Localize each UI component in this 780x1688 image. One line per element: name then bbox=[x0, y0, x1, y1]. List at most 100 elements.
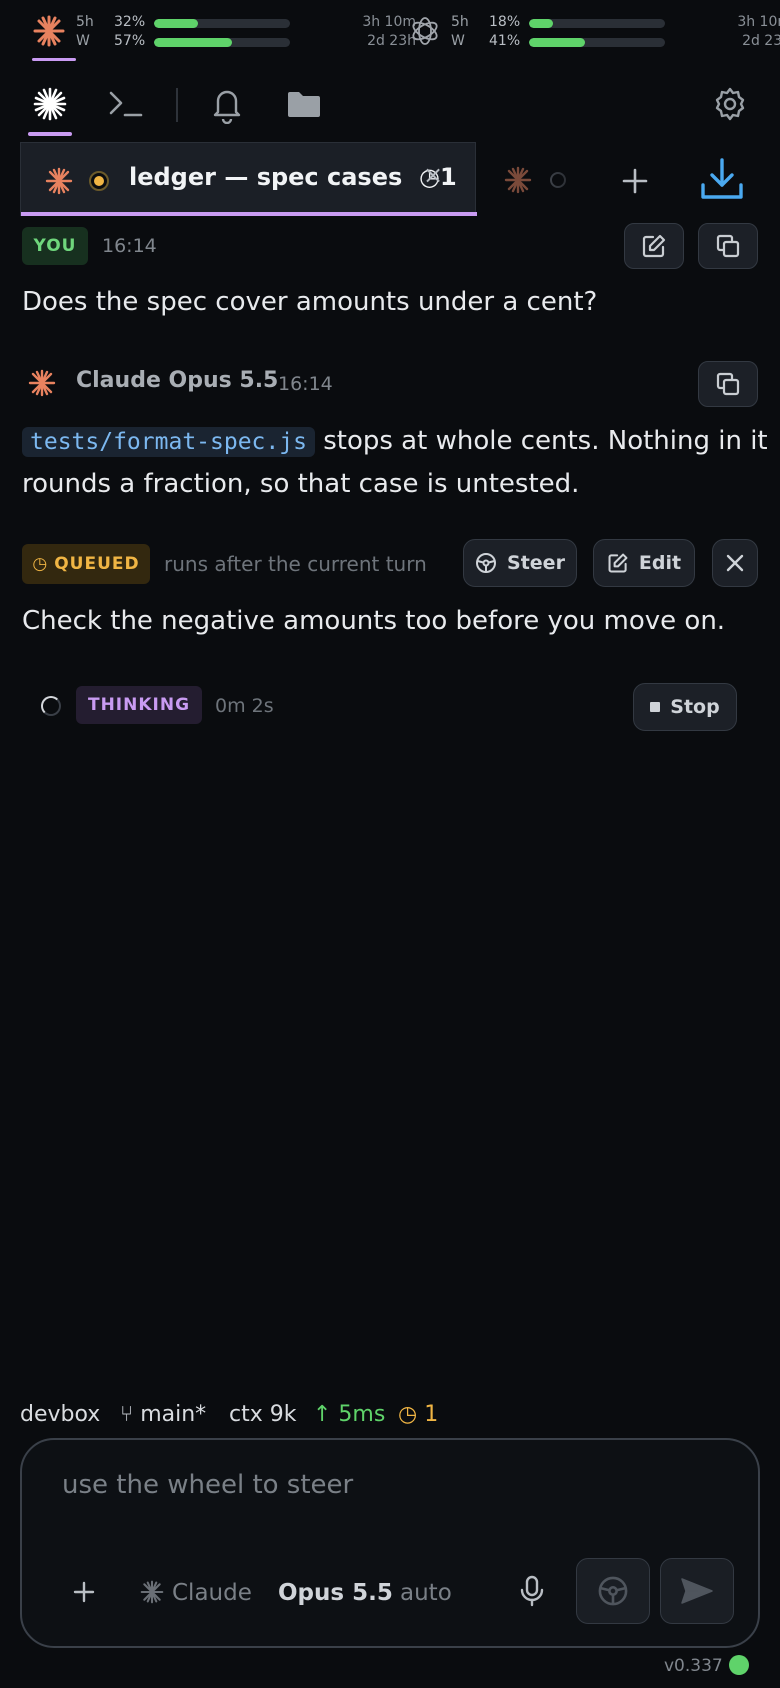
new-tab-button[interactable] bbox=[610, 156, 660, 206]
usage-reset: 3h 10m bbox=[362, 14, 416, 30]
connection-status-dot bbox=[729, 1655, 749, 1675]
queued-note: runs after the current turn bbox=[164, 552, 427, 576]
branch-icon: ⑂ bbox=[120, 1402, 134, 1427]
tab-title: ledger — spec cases ◷1 bbox=[129, 163, 457, 191]
claude-starburst-icon bbox=[140, 1580, 164, 1604]
usage-bar-fill bbox=[154, 38, 232, 47]
steer-mode-button[interactable] bbox=[576, 1558, 650, 1624]
claude-starburst-icon bbox=[45, 167, 73, 195]
usage-claude: 5h 32% 3h 10m W 57% 2d 23h bbox=[33, 12, 416, 52]
mode-selector[interactable]: auto bbox=[400, 1580, 452, 1606]
usage-bar bbox=[529, 19, 665, 28]
usage-row-5h: 5h 18% 3h 10m bbox=[451, 14, 780, 32]
settings-button[interactable] bbox=[702, 78, 758, 130]
tab-ledger-spec-cases[interactable]: ledger — spec cases ◷1 × bbox=[20, 142, 477, 216]
host-name: devbox bbox=[20, 1402, 101, 1427]
user-badge: YOU bbox=[22, 227, 88, 265]
queued-badge: ◷ QUEUED bbox=[22, 544, 150, 584]
microphone-button[interactable] bbox=[510, 1566, 554, 1616]
microphone-icon bbox=[520, 1575, 544, 1607]
usage-bar bbox=[154, 19, 290, 28]
cancel-queued-button[interactable] bbox=[712, 539, 758, 587]
close-icon bbox=[726, 554, 744, 572]
download-icon bbox=[701, 158, 743, 199]
thinking-badge: THINKING bbox=[76, 686, 202, 724]
openai-knot-icon bbox=[412, 17, 438, 45]
usage-percent: 41% bbox=[489, 33, 521, 49]
queued-message-text: Check the negative amounts too before yo… bbox=[22, 606, 726, 636]
file-path-code[interactable]: tests/format-spec.js bbox=[22, 427, 315, 457]
assistant-model-name: Claude Opus 5.5 bbox=[76, 368, 279, 393]
send-button[interactable] bbox=[660, 1558, 734, 1624]
thinking-spinner bbox=[41, 696, 61, 716]
model-selector[interactable]: Opus 5.5 bbox=[278, 1580, 393, 1606]
edit-message-button[interactable] bbox=[624, 223, 684, 269]
usage-bar bbox=[154, 38, 290, 47]
claude-starburst-icon bbox=[33, 87, 67, 121]
edit-queued-button[interactable]: Edit bbox=[593, 539, 695, 587]
usage-period: 5h bbox=[76, 14, 94, 30]
message-input[interactable] bbox=[62, 1470, 702, 1500]
usage-period: 5h bbox=[451, 14, 469, 30]
nav-files[interactable] bbox=[276, 78, 332, 130]
usage-bar-fill bbox=[529, 19, 554, 28]
usage-percent: 32% bbox=[114, 14, 146, 30]
git-branch: ⑂ main* bbox=[120, 1402, 207, 1427]
nav-active-indicator bbox=[28, 132, 72, 136]
usage-bar-fill bbox=[529, 38, 585, 47]
stop-icon bbox=[650, 702, 661, 712]
tab-bar: ledger — spec cases ◷1 × bbox=[20, 142, 780, 216]
edit-icon bbox=[608, 553, 628, 573]
usage-bar-fill bbox=[154, 19, 198, 28]
user-message-text: Does the spec cover amounts under a cent… bbox=[22, 287, 598, 317]
copy-icon bbox=[716, 372, 740, 396]
provider-selector[interactable]: Claude bbox=[140, 1580, 252, 1606]
send-icon bbox=[681, 1578, 713, 1604]
tab-close-button[interactable]: × bbox=[423, 161, 443, 189]
folder-icon bbox=[288, 92, 320, 117]
attach-button[interactable] bbox=[62, 1570, 106, 1614]
claude-starburst-icon bbox=[28, 369, 56, 397]
composer: Claude Opus 5.5 auto bbox=[20, 1438, 760, 1648]
busy-status-dot bbox=[89, 171, 109, 191]
copy-icon bbox=[716, 234, 740, 258]
download-button[interactable] bbox=[692, 152, 752, 206]
user-message-time: 16:14 bbox=[102, 235, 157, 257]
steering-wheel-icon bbox=[598, 1576, 628, 1606]
usage-active-indicator bbox=[32, 58, 76, 61]
thinking-elapsed: 0m 2s bbox=[215, 695, 274, 717]
usage-row-week: W 41% 2d 23h bbox=[451, 33, 780, 51]
usage-row-5h: 5h 32% 3h 10m bbox=[76, 14, 416, 32]
usage-period: W bbox=[76, 33, 90, 49]
app-version: v0.337 bbox=[664, 1656, 723, 1676]
usage-row-week: W 57% 2d 23h bbox=[76, 33, 416, 51]
bell-icon bbox=[213, 90, 241, 124]
usage-reset: 2d 23h bbox=[742, 33, 780, 49]
usage-percent: 57% bbox=[114, 33, 146, 49]
nav-divider bbox=[176, 88, 178, 122]
context-size: ctx 9k bbox=[229, 1402, 297, 1427]
latency: ↑ 5ms bbox=[313, 1402, 386, 1427]
usage-period: W bbox=[451, 33, 465, 49]
usage-openai: 5h 18% 3h 10m W 41% 2d 23h bbox=[412, 12, 780, 52]
tab-secondary[interactable] bbox=[478, 142, 598, 216]
assistant-message-text: tests/format-spec.js stops at whole cent… bbox=[22, 426, 768, 499]
queue-count: ◷ 1 bbox=[398, 1402, 439, 1427]
nav-terminal[interactable] bbox=[98, 78, 154, 130]
usage-reset: 3h 10m bbox=[737, 14, 780, 30]
claude-starburst-icon bbox=[504, 166, 532, 194]
plus-icon bbox=[622, 168, 648, 194]
gear-icon bbox=[715, 87, 745, 121]
stop-button[interactable]: Stop bbox=[633, 683, 737, 731]
usage-percent: 18% bbox=[489, 14, 521, 30]
terminal-icon bbox=[109, 91, 143, 117]
copy-assistant-message-button[interactable] bbox=[698, 361, 758, 407]
copy-user-message-button[interactable] bbox=[698, 223, 758, 269]
nav-notifications[interactable] bbox=[199, 78, 255, 130]
assistant-message-time: 16:14 bbox=[278, 373, 333, 395]
nav-claude[interactable] bbox=[22, 78, 78, 130]
claude-starburst-icon bbox=[33, 15, 65, 47]
steer-button[interactable]: Steer bbox=[463, 539, 577, 587]
tab-active-indicator bbox=[21, 212, 477, 216]
plus-icon bbox=[73, 1581, 95, 1603]
